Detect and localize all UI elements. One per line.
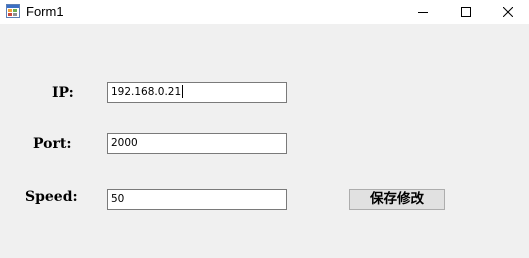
title-bar[interactable]: Form1	[0, 0, 529, 24]
port-input-value: 2000	[111, 137, 138, 149]
ip-input[interactable]: 192.168.0.21	[107, 82, 287, 103]
port-label: Port:	[33, 136, 72, 152]
ip-input-value: 192.168.0.21	[111, 86, 182, 98]
main-window: Form1 IP: 192.168.0.21 Port: 2000 Speed:…	[0, 0, 529, 258]
maximize-icon	[461, 7, 471, 17]
minimize-icon	[418, 7, 428, 17]
speed-input[interactable]: 50	[107, 189, 287, 210]
ip-label: IP:	[52, 85, 74, 101]
port-input[interactable]: 2000	[107, 133, 287, 154]
text-caret	[182, 84, 184, 98]
app-icon	[6, 4, 20, 18]
speed-input-value: 50	[111, 193, 125, 205]
minimize-button[interactable]	[401, 0, 445, 24]
window-title: Form1	[26, 4, 64, 19]
close-button[interactable]	[486, 0, 529, 24]
close-icon	[503, 7, 513, 17]
speed-label: Speed:	[25, 189, 78, 205]
save-changes-button[interactable]: 保存修改	[349, 189, 445, 210]
maximize-button[interactable]	[444, 0, 488, 24]
